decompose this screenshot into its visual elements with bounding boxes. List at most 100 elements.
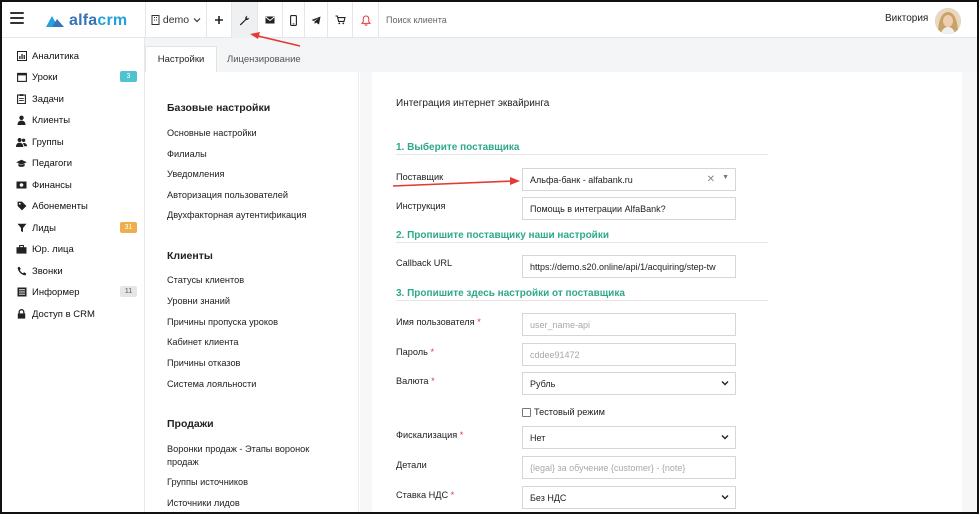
- menu-icon[interactable]: [10, 12, 24, 25]
- wrench-icon: [239, 15, 250, 25]
- sidebar-item-finance[interactable]: Финансы: [16, 176, 137, 194]
- tag-icon: [16, 201, 27, 212]
- cart-icon: [335, 15, 346, 25]
- mail-button[interactable]: [258, 2, 282, 38]
- sidebar-item-legal-entities[interactable]: Юр. лица: [16, 240, 137, 258]
- calendar-icon: [16, 72, 27, 83]
- plus-icon: [215, 16, 223, 24]
- currency-value: Рубль: [530, 378, 556, 389]
- cart-button[interactable]: [328, 2, 352, 38]
- nav-link[interactable]: Уровни знаний: [167, 295, 337, 308]
- instruction-field[interactable]: Помощь в интеграции AlfaBank?: [522, 197, 736, 220]
- clipboard-icon: [16, 94, 27, 105]
- checkbox-box[interactable]: [522, 407, 531, 417]
- nav-link[interactable]: Группы источников: [167, 476, 337, 489]
- sidebar-item-subscriptions[interactable]: Абонементы: [16, 197, 137, 215]
- nav-link[interactable]: Причины отказов: [167, 357, 337, 370]
- list-icon: [16, 287, 27, 298]
- tab-settings[interactable]: Настройки: [145, 46, 217, 72]
- logo-mark-icon: [44, 13, 66, 29]
- fiscal-label: Фискализация *: [396, 430, 464, 440]
- lock-icon: [16, 309, 27, 320]
- clear-icon[interactable]: ✕: [707, 174, 715, 185]
- sidebar-item-tasks[interactable]: Задачи: [16, 90, 137, 108]
- notifications-button[interactable]: [353, 2, 378, 38]
- funnel-icon: [16, 223, 27, 234]
- section-title: 1. Выберите поставщика: [396, 142, 520, 153]
- sidebar-item-label: Юр. лица: [32, 243, 74, 255]
- currency-label: Валюта *: [396, 376, 435, 386]
- user-name[interactable]: Виктория: [885, 13, 928, 24]
- nav-link[interactable]: Уведомления: [167, 168, 337, 181]
- vat-select[interactable]: Без НДС: [522, 486, 736, 509]
- caret-down-icon: ▼: [722, 174, 729, 181]
- avatar[interactable]: [935, 8, 961, 34]
- nav-group-title: Базовые настройки: [167, 102, 271, 114]
- sidebar: Аналитика Уроки 3 Задачи Клиенты Группы …: [2, 38, 145, 512]
- sidebar-item-label: Доступ в CRM: [32, 308, 95, 320]
- nav-link[interactable]: Основные настройки: [167, 127, 337, 140]
- nav-link[interactable]: Кабинет клиента: [167, 336, 337, 349]
- nav-link[interactable]: Статусы клиентов: [167, 274, 337, 287]
- sidebar-item-label: Лиды: [32, 222, 56, 234]
- test-mode-checkbox[interactable]: Тестовый режим: [522, 407, 605, 417]
- sidebar-item-teachers[interactable]: Педагоги: [16, 154, 137, 172]
- graduation-cap-icon: [16, 158, 27, 169]
- chart-icon: [16, 51, 27, 62]
- divider: [396, 300, 768, 301]
- details-label: Детали: [396, 460, 427, 470]
- chevron-down-icon: [721, 381, 729, 386]
- sidebar-item-crm-access[interactable]: Доступ в CRM: [16, 305, 137, 323]
- telegram-button[interactable]: [305, 2, 327, 38]
- provider-value: Альфа-банк - alfabank.ru: [530, 174, 633, 185]
- divider: [396, 242, 768, 243]
- lessons-count-badge: 3: [120, 71, 137, 82]
- fiscal-select[interactable]: Нет: [522, 426, 736, 449]
- user-icon: [16, 115, 27, 126]
- sidebar-item-label: Группы: [32, 136, 64, 148]
- sidebar-item-informer[interactable]: Информер 11: [16, 283, 137, 301]
- instruction-label: Инструкция: [396, 201, 446, 211]
- nav-link[interactable]: Система лояльности: [167, 378, 337, 391]
- sidebar-item-label: Финансы: [32, 179, 72, 191]
- fiscal-value: Нет: [530, 432, 546, 443]
- sidebar-item-label: Звонки: [32, 265, 63, 277]
- provider-label: Поставщик: [396, 172, 444, 182]
- nav-link[interactable]: Причины пропуска уроков: [167, 316, 337, 329]
- building-icon: [151, 15, 160, 25]
- logo[interactable]: alfacrm: [44, 11, 127, 31]
- nav-link[interactable]: Авторизация пользователей: [167, 189, 337, 202]
- sidebar-item-calls[interactable]: Звонки: [16, 262, 137, 280]
- chevron-down-icon: [721, 495, 729, 500]
- chevron-down-icon: [193, 18, 201, 23]
- nav-link[interactable]: Филиалы: [167, 148, 337, 161]
- sidebar-item-label: Задачи: [32, 93, 64, 105]
- callback-url-field[interactable]: https://demo.s20.online/api/1/acquiring/…: [522, 255, 736, 278]
- nav-link[interactable]: Источники лидов: [167, 497, 337, 510]
- password-field[interactable]: cddee91472: [522, 343, 736, 366]
- provider-select[interactable]: Альфа-банк - alfabank.ru ✕ ▼: [522, 168, 736, 191]
- username-field[interactable]: user_name-api: [522, 313, 736, 336]
- mobile-button[interactable]: [283, 2, 304, 38]
- bell-icon: [360, 14, 371, 26]
- users-icon: [16, 137, 27, 148]
- add-button[interactable]: [207, 2, 231, 38]
- branch-selector[interactable]: demo: [148, 2, 204, 38]
- nav-link[interactable]: Воронки продаж - Этапы воронок продаж: [167, 443, 327, 469]
- currency-select[interactable]: Рубль: [522, 372, 736, 395]
- nav-group-title: Клиенты: [167, 250, 213, 262]
- sidebar-item-leads[interactable]: Лиды 31: [16, 219, 137, 237]
- section-title: 2. Пропишите поставщику наши настройки: [396, 230, 609, 241]
- nav-link[interactable]: Двухфакторная аутентификация: [167, 209, 337, 222]
- sidebar-item-groups[interactable]: Группы: [16, 133, 137, 151]
- app-window: alfacrm demo Поиск клиента Виктория Анал…: [0, 0, 979, 514]
- details-field[interactable]: {legal} за обучение {customer} - {note}: [522, 456, 736, 479]
- sidebar-item-lessons[interactable]: Уроки 3: [16, 68, 137, 86]
- tab-licensing[interactable]: Лицензирование: [217, 46, 311, 72]
- briefcase-icon: [16, 244, 27, 255]
- informer-count-badge: 11: [120, 286, 137, 297]
- settings-button[interactable]: [232, 2, 257, 38]
- sidebar-item-clients[interactable]: Клиенты: [16, 111, 137, 129]
- sidebar-item-analytics[interactable]: Аналитика: [16, 47, 137, 65]
- client-search-input[interactable]: Поиск клиента: [386, 15, 447, 25]
